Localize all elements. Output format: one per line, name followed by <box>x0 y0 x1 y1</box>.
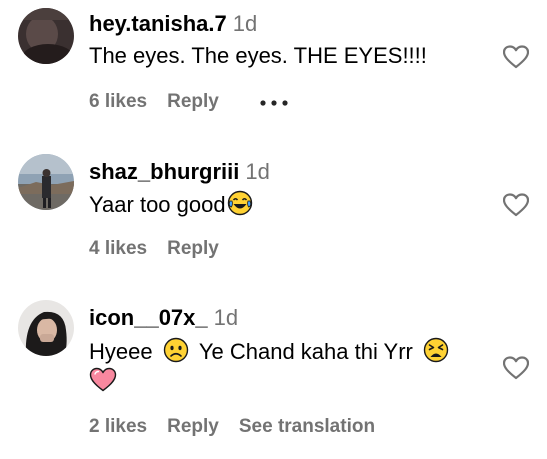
see-translation-button[interactable]: See translation <box>239 416 375 437</box>
timestamp[interactable]: 1d <box>233 11 257 36</box>
avatar[interactable] <box>18 8 74 64</box>
heart-outline-icon[interactable] <box>502 193 530 217</box>
comment-text-part-2: Ye Chand kaha thi Yrr <box>198 339 413 364</box>
comment-text-line-2 <box>89 367 117 400</box>
reply-button[interactable]: Reply <box>167 416 219 437</box>
reply-button[interactable]: Reply <box>167 91 219 112</box>
comment-1: hey.tanisha.7 1d The eyes. The eyes. THE … <box>0 0 547 140</box>
comment-actions: 6 likes Reply <box>89 91 309 113</box>
comment-3: icon__07x_ 1d Hyeee Ye Chand kaha thi Yrr <box>0 280 547 459</box>
timestamp[interactable]: 1d <box>214 305 238 330</box>
comment-header: icon__07x_ 1d <box>89 305 238 331</box>
reply-button[interactable]: Reply <box>167 238 219 259</box>
likes-count[interactable]: 6 likes <box>89 91 147 112</box>
frowning-face-icon <box>163 337 189 370</box>
username[interactable]: hey.tanisha.7 <box>89 11 227 36</box>
face-with-tears-of-joy-icon <box>227 190 253 223</box>
username[interactable]: shaz_bhurgriii <box>89 159 239 184</box>
comment-text-content: Yaar too good <box>89 192 226 217</box>
more-options-icon[interactable] <box>259 91 289 113</box>
comment-header: shaz_bhurgriii 1d <box>89 159 270 185</box>
heart-outline-icon[interactable] <box>502 45 530 69</box>
avatar[interactable] <box>18 154 74 210</box>
username[interactable]: icon__07x_ <box>89 305 208 330</box>
heart-outline-icon[interactable] <box>502 356 530 380</box>
likes-count[interactable]: 2 likes <box>89 416 147 437</box>
comment-actions: 4 likes Reply <box>89 238 239 260</box>
comment-2: shaz_bhurgriii 1d Yaar too good 4 likes Re… <box>0 140 547 280</box>
comment-text: Yaar too good <box>89 190 253 223</box>
likes-count[interactable]: 4 likes <box>89 238 147 259</box>
pink-heart-icon <box>89 367 117 400</box>
comment-header: hey.tanisha.7 1d <box>89 11 257 37</box>
comment-text-part-1: Hyeee <box>89 339 153 364</box>
comment-text: Hyeee Ye Chand kaha thi Yrr <box>89 337 449 370</box>
timestamp[interactable]: 1d <box>245 159 269 184</box>
comment-actions: 2 likes Reply See translation <box>89 416 395 438</box>
tired-face-icon <box>423 337 449 370</box>
comment-text: The eyes. The eyes. THE EYES!!!! <box>89 43 427 68</box>
avatar[interactable] <box>18 300 74 356</box>
